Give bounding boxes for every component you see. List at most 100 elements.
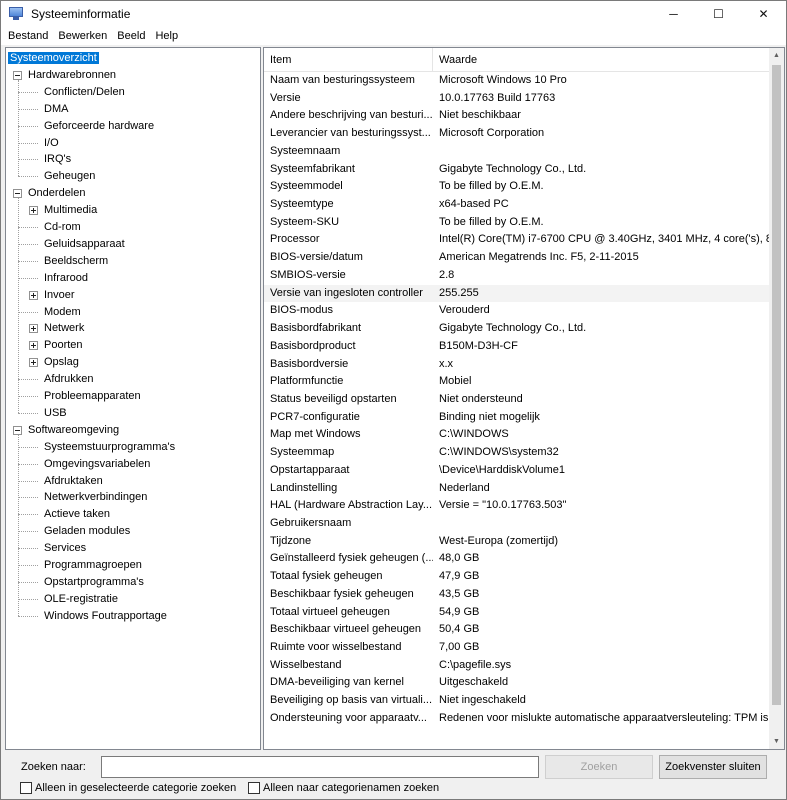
category-tree[interactable]: Systeemoverzicht Hardwarebronnen Conflicte…	[5, 47, 261, 750]
tree-item[interactable]: Infrarood	[42, 270, 90, 287]
checkbox-box[interactable]	[248, 782, 260, 794]
tree-item[interactable]: Geladen modules	[42, 523, 132, 540]
tree-item[interactable]: Poorten	[42, 337, 85, 354]
scroll-up-arrow-icon[interactable]: ▲	[769, 48, 784, 63]
tree-item[interactable]: OLE-registratie	[42, 591, 120, 608]
list-row[interactable]: Basisbordversie x.x	[264, 356, 770, 374]
collapse-icon[interactable]	[13, 425, 22, 435]
column-header-value[interactable]: Waarde	[433, 48, 477, 72]
list-row[interactable]: Beveiliging op basis van virtuali... Niet…	[264, 692, 770, 710]
expand-icon[interactable]	[29, 324, 38, 334]
list-row[interactable]: Systeemmodel To be filled by O.E.M.	[264, 178, 770, 196]
list-row[interactable]: Versie 10.0.17763 Build 17763	[264, 90, 770, 108]
list-row[interactable]: BIOS-versie/datum American Megatrends Inc…	[264, 249, 770, 267]
tree-item[interactable]: Softwareomgeving	[26, 422, 121, 439]
list-row[interactable]: PCR7-configuratie Binding niet mogelijk	[264, 409, 770, 427]
tree-item[interactable]: Geforceerde hardware	[42, 118, 156, 135]
tree-item[interactable]: Invoer	[42, 287, 77, 304]
tree-item[interactable]: USB	[42, 405, 69, 422]
collapse-icon[interactable]	[13, 189, 22, 199]
title-bar[interactable]: Systeeminformatie ─ ☐ ✕	[1, 1, 786, 27]
tree-item[interactable]: Probleemapparaten	[42, 388, 143, 405]
list-row[interactable]: Ruimte voor wisselbestand 7,00 GB	[264, 639, 770, 657]
list-row[interactable]: Andere beschrijving van besturi... Niet b…	[264, 107, 770, 125]
list-row[interactable]: Beschikbaar virtueel geheugen 50,4 GB	[264, 621, 770, 639]
list-row[interactable]: Naam van besturingssysteem Microsoft Wind…	[264, 72, 770, 90]
tree-item[interactable]: Modem	[42, 304, 83, 321]
list-row[interactable]: Totaal fysiek geheugen 47,9 GB	[264, 568, 770, 586]
list-row[interactable]: BIOS-modus Verouderd	[264, 302, 770, 320]
expand-icon[interactable]	[29, 358, 38, 368]
list-row[interactable]: Wisselbestand C:\pagefile.sys	[264, 657, 770, 675]
list-row[interactable]: Map met Windows C:\WINDOWS	[264, 426, 770, 444]
tree-item[interactable]: Geluidsapparaat	[42, 236, 127, 253]
tree-item[interactable]: I/O	[42, 135, 61, 152]
expand-icon[interactable]	[29, 206, 38, 216]
vertical-scrollbar[interactable]: ▲ ▼	[769, 48, 784, 749]
tree-item[interactable]: Netwerkverbindingen	[42, 489, 149, 506]
collapse-icon[interactable]	[13, 70, 22, 80]
expand-icon[interactable]	[29, 341, 38, 351]
list-row[interactable]: Basisbordproduct B150M-D3H-CF	[264, 338, 770, 356]
list-row[interactable]: Systeemnaam	[264, 143, 770, 161]
list-row[interactable]: Systeemtype x64-based PC	[264, 196, 770, 214]
list-row[interactable]: Systeemmap C:\WINDOWS\system32	[264, 444, 770, 462]
list-row[interactable]: Leverancier van besturingssyst... Microso…	[264, 125, 770, 143]
tree-item[interactable]: Windows Foutrapportage	[42, 608, 169, 625]
close-search-button[interactable]: Zoekvenster sluiten	[659, 755, 767, 779]
menu-beeld[interactable]: Beeld	[112, 30, 150, 42]
checkbox-box[interactable]	[20, 782, 32, 794]
list-row[interactable]: Gebruikersnaam	[264, 515, 770, 533]
tree-item[interactable]: Geheugen	[42, 168, 97, 185]
menu-help[interactable]: Help	[150, 30, 183, 42]
list-row[interactable]: Beschikbaar fysiek geheugen 43,5 GB	[264, 586, 770, 604]
list-row[interactable]: Systeemfabrikant Gigabyte Technology Co.,…	[264, 161, 770, 179]
tree-item[interactable]: Afdrukken	[42, 371, 96, 388]
scroll-down-arrow-icon[interactable]: ▼	[769, 734, 784, 749]
tree-item[interactable]: Services	[42, 540, 88, 557]
expand-icon[interactable]	[29, 290, 38, 300]
list-row[interactable]: Geïnstalleerd fysiek geheugen (... 48,0 G…	[264, 550, 770, 568]
tree-item[interactable]: Actieve taken	[42, 506, 112, 523]
tree-item[interactable]: Beeldscherm	[42, 253, 110, 270]
tree-item[interactable]: DMA	[42, 101, 70, 118]
tree-item[interactable]: Conflicten/Delen	[42, 84, 127, 101]
tree-item[interactable]: Multimedia	[42, 202, 99, 219]
tree-item[interactable]: Omgevingsvariabelen	[42, 456, 152, 473]
menu-bewerken[interactable]: Bewerken	[53, 30, 112, 42]
minimize-button[interactable]: ─	[651, 1, 696, 27]
list-row[interactable]: DMA-beveiliging van kernel Uitgeschakeld	[264, 674, 770, 692]
tree-item[interactable]: Systeemstuurprogramma's	[42, 439, 177, 456]
list-row[interactable]: Systeem-SKU To be filled by O.E.M.	[264, 214, 770, 232]
scroll-thumb[interactable]	[772, 65, 781, 705]
menu-bestand[interactable]: Bestand	[3, 30, 53, 42]
list-row[interactable]: Tijdzone West-Europa (zomertijd)	[264, 533, 770, 551]
tree-item[interactable]: Opslag	[42, 354, 81, 371]
tree-item[interactable]: Hardwarebronnen	[26, 67, 118, 84]
tree-item[interactable]: Netwerk	[42, 320, 86, 337]
list-row[interactable]: Status beveiligd opstarten Niet ondersteu…	[264, 391, 770, 409]
list-row[interactable]: Processor Intel(R) Core(TM) i7-6700 CPU @…	[264, 231, 770, 249]
tree-item[interactable]: Systeemoverzicht	[7, 50, 100, 67]
search-input[interactable]	[101, 756, 539, 778]
checkbox-category-names[interactable]: Alleen naar categorienamen zoeken	[248, 782, 439, 794]
column-header-item[interactable]: Item	[264, 48, 433, 72]
list-row[interactable]: SMBIOS-versie 2.8	[264, 267, 770, 285]
tree-item[interactable]: Opstartprogramma's	[42, 574, 146, 591]
list-row[interactable]: Landinstelling Nederland	[264, 480, 770, 498]
list-row[interactable]: Totaal virtueel geheugen 54,9 GB	[264, 604, 770, 622]
tree-item[interactable]: IRQ's	[42, 151, 73, 168]
maximize-button[interactable]: ☐	[696, 1, 741, 27]
list-row[interactable]: Platformfunctie Mobiel	[264, 373, 770, 391]
list-row[interactable]: HAL (Hardware Abstraction Lay... Versie =…	[264, 497, 770, 515]
close-button[interactable]: ✕	[741, 1, 786, 27]
list-row[interactable]: Opstartapparaat \Device\HarddiskVolume1	[264, 462, 770, 480]
checkbox-selected-category[interactable]: Alleen in geselecteerde categorie zoeken	[20, 782, 236, 794]
details-list[interactable]: Item Waarde Naam van besturingssysteem Mi…	[263, 47, 785, 750]
list-row[interactable]: Basisbordfabrikant Gigabyte Technology Co…	[264, 320, 770, 338]
find-button[interactable]: Zoeken	[545, 755, 653, 779]
list-row[interactable]: Ondersteuning voor apparaatv... Redenen v…	[264, 710, 770, 728]
tree-item[interactable]: Afdruktaken	[42, 473, 105, 490]
tree-item[interactable]: Programmagroepen	[42, 557, 144, 574]
tree-item[interactable]: Cd-rom	[42, 219, 83, 236]
